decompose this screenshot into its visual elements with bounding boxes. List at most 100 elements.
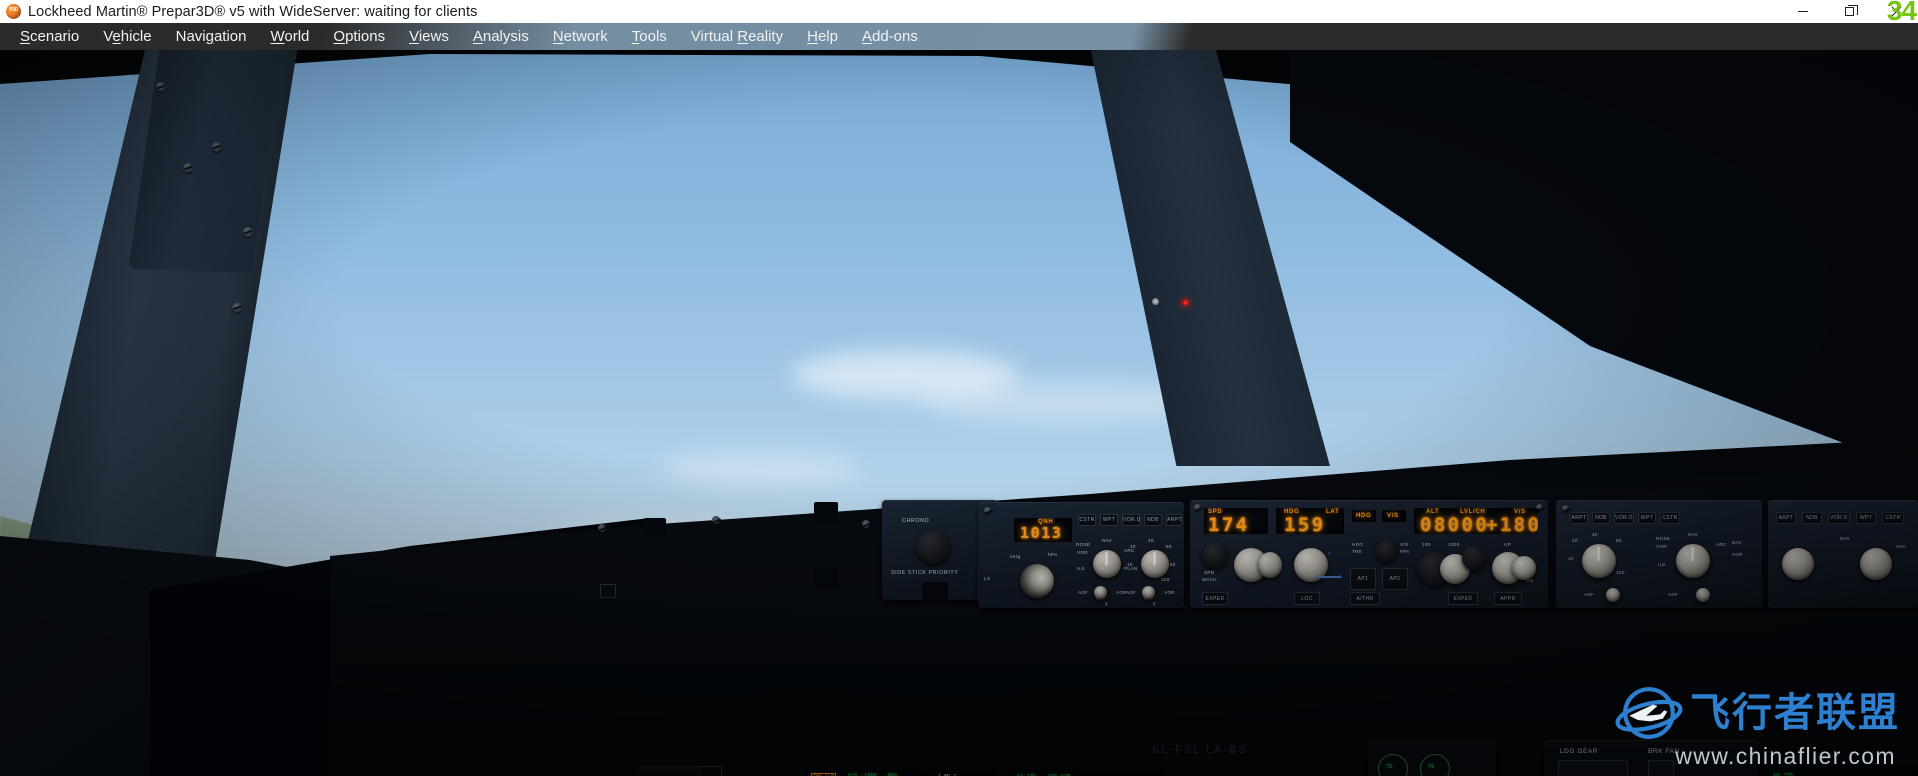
athr-button[interactable]: A/THR [1350,592,1380,605]
expd-button[interactable]: EXPED [1202,592,1228,605]
pedestal-left-cluster [636,766,702,776]
appr-button[interactable]: APPR [1494,592,1522,605]
efis-r-label: CSTR [1662,515,1678,521]
window-title: Lockheed Martin® Prepar3D® v5 with WideS… [28,3,478,20]
far-efis-label: ARPT [1778,515,1794,521]
loc-button[interactable]: LOC [1294,592,1320,605]
appr-label: APPR [1500,595,1516,602]
fps-counter: 34 [1886,0,1917,26]
chrono-label: CHRONO [902,518,930,524]
menu-item-options[interactable]: Options [321,26,397,47]
maximize-button[interactable] [1826,0,1872,23]
simulator-viewport[interactable]: CHRONO SIDE STICK PRIORITY QNH 1013 inHg… [0,50,1918,776]
far-efis-btn-3[interactable]: VOR.D [1828,512,1850,524]
menu-item-navigation[interactable]: Navigation [164,26,259,47]
brk-fan-button[interactable] [1648,760,1674,776]
adf-vor-switch-2[interactable] [1142,586,1155,599]
athr-label: A/THR [1356,595,1374,602]
r-mode-arc: ARC [1716,542,1727,547]
baro-knob[interactable] [1020,564,1054,598]
efis-r-button-arpt[interactable]: ARPT [1570,512,1588,524]
glareshield-button[interactable] [600,584,616,598]
nd-display[interactable]: GS 175 TAS 178 340 / 3 ↑ 159 09 12 15 18… [1014,772,1164,776]
menu-item-analysis[interactable]: Analysis [461,26,541,47]
alt-step-100: 100 [1422,542,1431,547]
screw-icon [712,516,720,524]
landing-gear-panel: LDG GEAR BRK FAN AUTO BRK L/G [1544,740,1758,776]
menu-item-virtual-reality[interactable]: Virtual Reality [679,26,795,47]
menu-item-scenario[interactable]: Scenario [8,26,91,47]
efis-r-button-wpt[interactable]: WPT [1638,512,1656,524]
efis-button-vord[interactable]: VOR.D [1122,514,1140,526]
nd-range-selector-right[interactable] [1582,544,1616,578]
adf1-label: ADF [1078,590,1089,595]
screw-icon [598,524,606,532]
side-stick-priority-light[interactable] [922,582,948,602]
far-mode-knob[interactable] [1860,548,1892,580]
ldg-gear-indicator[interactable] [1558,760,1628,776]
annunciator-vs: V/S [1387,513,1399,519]
range-320-label: 320 [1161,577,1170,582]
r-range-80: 80 [1616,538,1622,543]
vs-value: +1800 [1486,514,1538,535]
efis-r-button-cstr[interactable]: CSTR [1660,512,1680,524]
spd-mach-button[interactable] [1202,542,1228,568]
efis-r-button-ndb[interactable]: NDB [1592,512,1610,524]
menu-item-world[interactable]: World [259,26,322,47]
glareshield-recess [814,566,838,588]
expd2-button[interactable]: EXPED [1448,592,1478,605]
hdg-trk-label2: TRK [1352,549,1363,554]
menu-item-list: Scenario Vehicle Navigation World Options Vie… [0,23,1918,50]
screw-icon [232,303,242,313]
range-80-label: 80 [1166,544,1172,549]
far-range-knob[interactable] [1782,548,1814,580]
menu-item-add-ons[interactable]: Add-ons [850,26,930,47]
screw-icon [984,507,991,514]
ap1-button[interactable]: AP1 [1350,568,1376,590]
hdg-trk-vs-fpa-button[interactable] [1376,540,1398,562]
title-bar[interactable]: Lockheed Martin® Prepar3D® v5 with WideS… [0,0,1918,26]
spd-selector-knob-outer[interactable] [1258,552,1282,578]
efis-button-label: NDB [1147,517,1159,523]
adf-vor-switch-1[interactable] [1094,586,1107,599]
far-efis-btn-2[interactable]: NDB [1802,512,1822,524]
r-adf-vor-switch-1[interactable] [1606,588,1620,602]
hdg-value: 159 [1284,514,1326,535]
far-nav-label: NAV [1840,536,1851,541]
menu-item-help[interactable]: Help [795,26,850,47]
nd-mode-selector-right[interactable] [1676,544,1710,578]
pfd-alt-tape[interactable]: 1 FD 2 A/THR 8000 ▲ [934,772,996,776]
vs-selector-knob-outer[interactable] [1512,556,1536,580]
efis-button-ndb[interactable]: NDB [1144,514,1162,526]
menu-item-vehicle[interactable]: Vehicle [91,26,163,47]
far-efis-btn-5[interactable]: CSTR [1882,512,1904,524]
menu-item-network[interactable]: Network [541,26,620,47]
r-adf-vor-switch-2[interactable] [1696,588,1710,602]
efis-r-button-vord[interactable]: VOR.D [1614,512,1634,524]
spd-mach-label2: MACH [1202,577,1217,582]
inhg-label: inHg [1010,554,1021,559]
menu-item-tools[interactable]: Tools [620,26,679,47]
pfd-display[interactable]: THR CLB V/S -1800 ALT HDG ▲ [808,772,930,776]
annunciator-hdg: HDG [1356,513,1372,519]
ecam-indicator-box[interactable] [700,766,722,776]
ap2-button[interactable]: AP2 [1382,568,1408,590]
nd-mode-selector[interactable] [1093,550,1121,578]
menu-item-views[interactable]: Views [397,26,461,47]
maximize-icon [1844,5,1858,16]
p3d-app-icon [6,4,21,19]
efis-button-wpt[interactable]: WPT [1100,514,1118,526]
efis-button-cstr[interactable]: CSTR [1078,514,1096,526]
far-efis-btn-4[interactable]: WPT [1856,512,1876,524]
efis-button-arpt[interactable]: ARPT [1166,514,1182,526]
nd-range-selector[interactable] [1141,550,1169,578]
hdg-display: HDG LAT 159 [1276,508,1344,534]
chrono-button[interactable] [916,530,950,564]
hdg-trk-label: HDG [1352,542,1364,547]
minimize-button[interactable] [1780,0,1826,23]
far-efis-btn-1[interactable]: ARPT [1776,512,1796,524]
expd2-label: EXPED [1453,595,1473,602]
side-stick-priority-label: SIDE STICK PRIORITY [891,570,959,576]
alt-push-pull[interactable] [1462,546,1486,570]
copilot-nd-display[interactable]: GS 175 ▼ [1770,770,1918,776]
